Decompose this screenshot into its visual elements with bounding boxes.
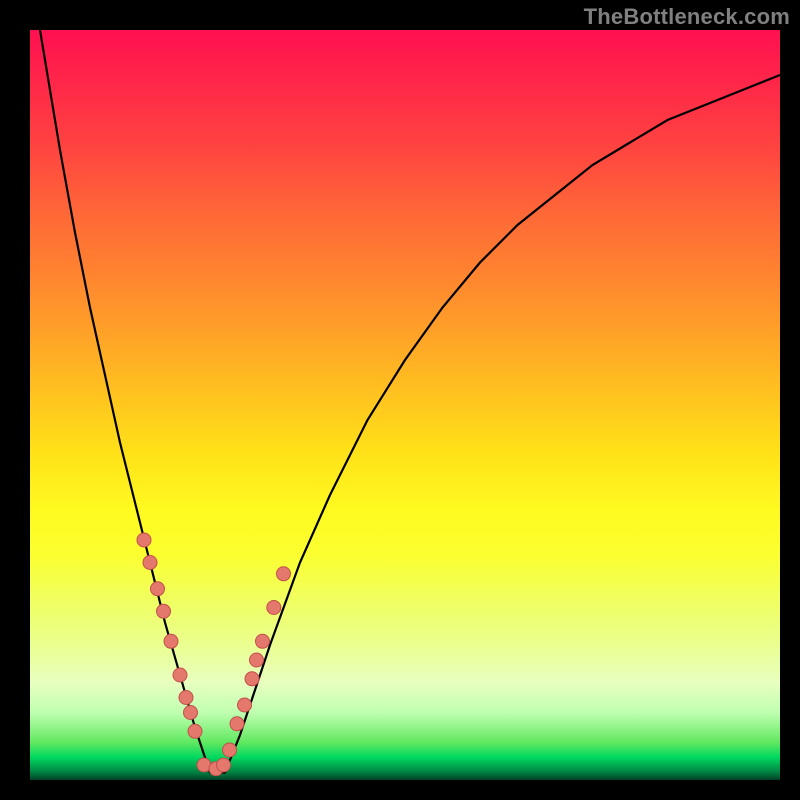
marker-dot: [223, 743, 237, 757]
marker-dot: [217, 758, 231, 772]
marker-dot: [157, 604, 171, 618]
frame: TheBottleneck.com: [0, 0, 800, 800]
marker-dot: [267, 601, 281, 615]
chart-svg: [30, 30, 780, 780]
marker-dot: [164, 634, 178, 648]
plot-area: [30, 30, 780, 780]
marker-dot: [250, 653, 264, 667]
marker-dot: [188, 724, 202, 738]
bottleneck-curve: [30, 0, 780, 773]
marker-dot: [137, 533, 151, 547]
marker-dot: [256, 634, 270, 648]
marker-dot: [238, 698, 252, 712]
marker-dot: [179, 691, 193, 705]
marker-dot: [245, 672, 259, 686]
marker-dot: [230, 717, 244, 731]
marker-dot: [151, 582, 165, 596]
marker-dot: [184, 706, 198, 720]
watermark-text: TheBottleneck.com: [584, 4, 790, 30]
marker-dot: [143, 556, 157, 570]
marker-dot: [277, 567, 291, 581]
marker-dot: [173, 668, 187, 682]
